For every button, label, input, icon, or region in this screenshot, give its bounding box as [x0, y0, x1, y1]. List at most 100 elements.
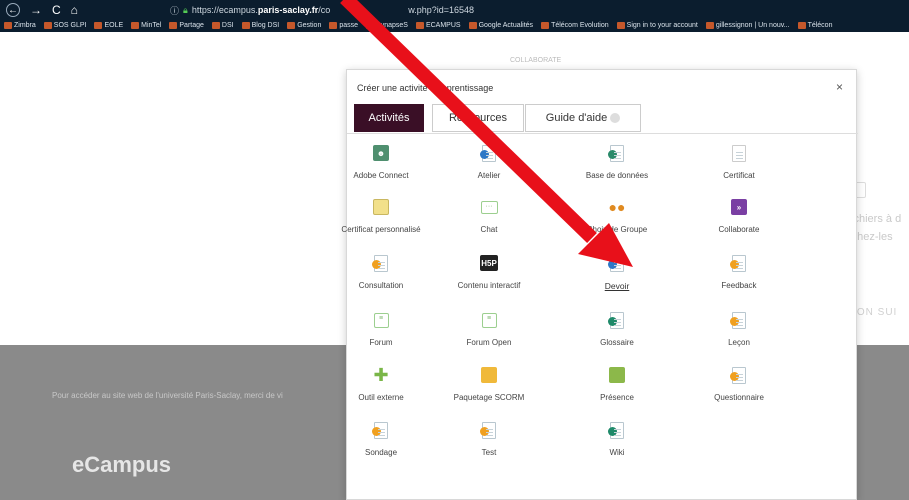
tab-guide[interactable]: Guide d'aide — [525, 104, 641, 132]
icon-part: ≡ — [373, 312, 389, 328]
icon-part: ≡ — [481, 312, 497, 328]
icon-part — [608, 421, 624, 439]
activity-item[interactable]: Feedback — [679, 254, 799, 290]
icon-part — [480, 144, 496, 162]
activity-item[interactable]: Consultation — [321, 254, 441, 290]
activity-item[interactable]: Présence — [557, 366, 677, 402]
activity-label: Forum — [369, 338, 393, 347]
attendance-icon — [608, 366, 626, 384]
bookmark-item[interactable]: Sign in to your account — [616, 22, 698, 29]
icon-part — [608, 144, 624, 162]
bookmark-icon — [705, 22, 714, 29]
address-bar[interactable]: ⓘ 🔒︎ https://ecampus. paris-saclay.fr/co … — [170, 3, 474, 17]
activity-label: Certificat — [723, 171, 755, 180]
bookmark-item[interactable]: passe — [329, 22, 358, 29]
activity-item[interactable]: Paquetage SCORM — [429, 366, 549, 402]
activity-label: Base de données — [585, 171, 649, 180]
bookmark-icon — [241, 22, 250, 29]
bookmark-icon — [329, 22, 338, 29]
bookmark-icon — [616, 22, 625, 29]
icon-part — [730, 316, 739, 326]
bookmark-item[interactable]: Google Actualités — [468, 22, 534, 29]
activity-item[interactable]: ☻ Adobe Connect — [321, 144, 441, 180]
tab-ressources[interactable]: Ressources — [432, 104, 524, 132]
activity-item[interactable]: Base de données — [557, 144, 677, 180]
activity-label: Glossaire — [600, 338, 634, 347]
icon-part — [730, 259, 739, 269]
collaborate-icon: » — [730, 198, 748, 216]
home-icon[interactable]: ⌂ — [71, 3, 78, 17]
bookmark-item[interactable]: EOLE — [94, 22, 123, 29]
bookmark-item[interactable]: gillessignon | Un nouv... — [705, 22, 790, 29]
bookmark-item[interactable]: Partage — [169, 22, 204, 29]
activity-item[interactable]: ≡ Forum Open — [429, 311, 549, 347]
back-icon[interactable]: ← — [6, 3, 20, 17]
reload-icon[interactable]: C — [52, 3, 61, 17]
icon-part — [372, 426, 381, 436]
questionnaire-icon — [730, 366, 748, 384]
activity-item[interactable]: Wiki — [557, 421, 677, 457]
icon-part — [480, 426, 489, 436]
bookmark-label: Télécom Evolution — [551, 22, 609, 29]
activity-chooser-dialog: Créer une activité d'apprentissage × Act… — [341, 69, 858, 500]
activity-item[interactable]: Test — [429, 421, 549, 457]
bookmark-icon — [541, 22, 550, 29]
icon-part — [730, 311, 746, 329]
bookmark-item[interactable]: SOS GLPI — [43, 22, 87, 29]
activity-label: Questionnaire — [714, 393, 764, 402]
bookmark-item[interactable]: Blog DSI — [241, 22, 279, 29]
feedback-icon — [730, 254, 748, 272]
forward-icon[interactable]: → — [30, 3, 42, 17]
icon-part: ☻ — [373, 145, 389, 161]
icon-part — [372, 421, 388, 439]
icon-part — [730, 254, 746, 272]
bookmark-item[interactable]: Télécon — [797, 22, 832, 29]
bookmark-item[interactable]: Gestion — [287, 22, 321, 29]
activity-label: Contenu interactif — [457, 281, 521, 290]
icon-part — [608, 426, 617, 436]
activity-item[interactable]: ··· Chat — [429, 198, 549, 234]
activity-item[interactable]: Certificat personnalisé — [321, 198, 441, 234]
icon-part — [608, 316, 617, 326]
bookmark-item[interactable]: Zimbra — [4, 22, 36, 29]
scorm-package-icon — [480, 366, 498, 384]
activity-item[interactable]: ●● Choix de Groupe — [557, 198, 677, 234]
help-icon — [610, 113, 621, 123]
activity-item[interactable]: Certificat — [679, 144, 799, 180]
bookmark-item[interactable]: Télécom Evolution — [541, 22, 609, 29]
activity-item[interactable]: H5P Contenu interactif — [429, 254, 549, 290]
bookmark-item[interactable]: MinTel — [131, 22, 161, 29]
bookmark-label: EOLE — [104, 22, 124, 29]
activity-item[interactable]: Devoir — [557, 254, 677, 291]
activity-item[interactable]: ≡ Forum — [321, 311, 441, 347]
group-choice-icon: ●● — [608, 198, 626, 216]
activity-label: Sondage — [364, 448, 398, 457]
activity-item[interactable]: Leçon — [679, 311, 799, 347]
activity-item[interactable]: Questionnaire — [679, 366, 799, 402]
close-icon[interactable]: × — [836, 80, 843, 94]
activity-item[interactable]: Sondage — [321, 421, 441, 457]
activity-label: Adobe Connect — [353, 171, 409, 180]
icon-part: ··· — [480, 200, 498, 214]
database-icon — [608, 144, 626, 162]
bookmark-label: Google Actualités — [478, 22, 534, 29]
tab-activites[interactable]: Activités — [354, 104, 424, 132]
activity-label: Collaborate — [718, 225, 760, 234]
puzzle-icon: ✚ — [372, 365, 390, 385]
url-tail: w.php?id=16548 — [408, 5, 475, 15]
footer-text: Pour accéder au site web de l'université… — [52, 391, 283, 400]
activity-item[interactable]: ✚ Outil externe — [321, 365, 441, 403]
bookmark-label: SOS GLPI — [53, 22, 87, 29]
lesson-icon — [730, 311, 748, 329]
bookmark-icon — [415, 22, 424, 29]
activity-item[interactable]: Glossaire — [557, 311, 677, 347]
bookmarks-bar: Zimbra SOS GLPI EOLE MinTel Partage DSI Blog D… — [0, 19, 909, 32]
icon-part — [373, 199, 389, 215]
bookmark-item[interactable]: ECAMPUS — [415, 22, 461, 29]
bookmark-item[interactable]: SynapseS — [366, 22, 408, 29]
activity-item[interactable]: » Collaborate — [679, 198, 799, 234]
bookmark-item[interactable]: DSI — [211, 22, 234, 29]
activity-item[interactable]: Atelier — [429, 144, 549, 180]
bookmark-label: DSI — [221, 22, 234, 29]
url-prefix: https://ecampus. — [191, 5, 258, 15]
